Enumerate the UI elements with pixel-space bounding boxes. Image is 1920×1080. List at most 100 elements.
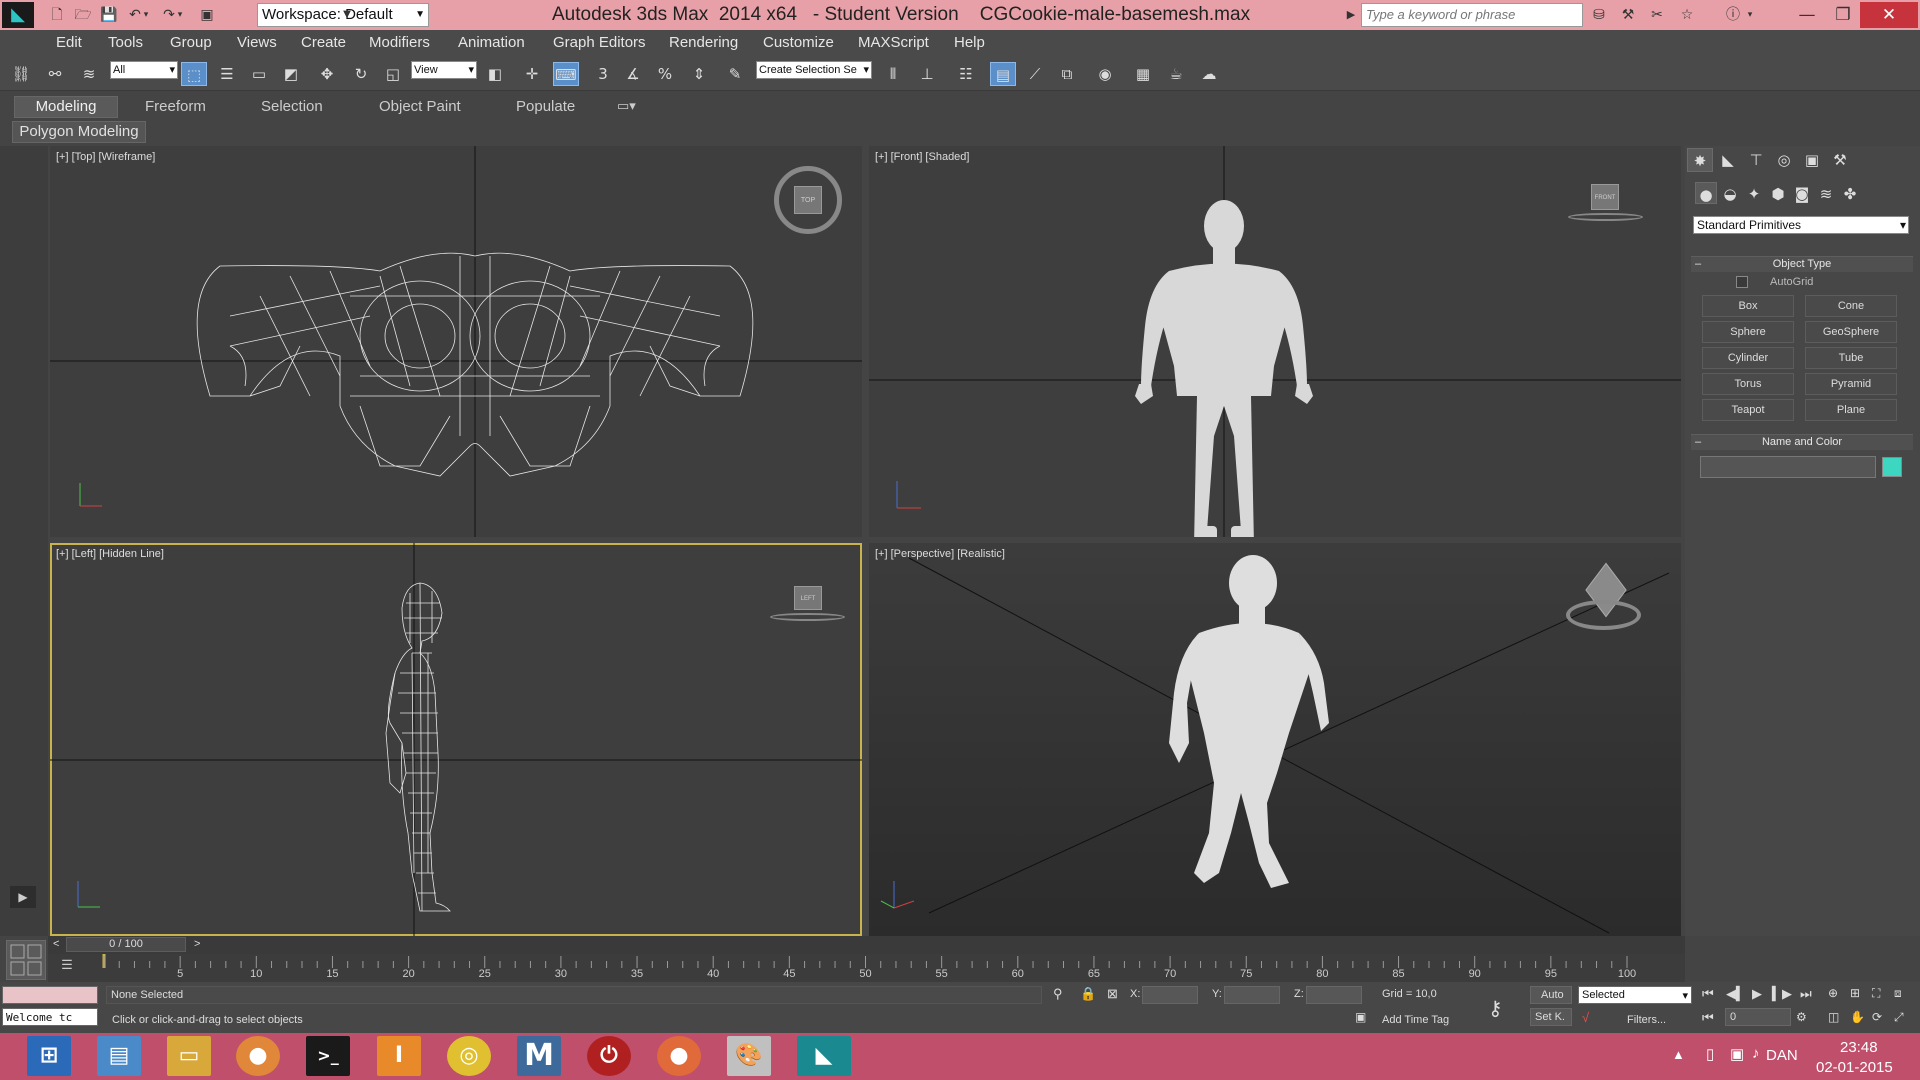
curve-editor-icon[interactable]: ⟋ [1022,62,1048,86]
open-file-icon[interactable]: 🗁 [72,4,94,26]
search-expand-icon[interactable]: ▶ [1344,4,1358,26]
field-of-view-icon[interactable]: ◫ [1828,1010,1839,1024]
percent-snap-icon[interactable]: % [652,62,678,86]
align-icon[interactable]: ⊥ [914,62,940,86]
primitive-category-dropdown[interactable]: Standard Primitives ▾ [1693,216,1909,234]
select-and-link-icon[interactable]: ⛓ [8,62,34,86]
object-type-rollout[interactable]: – Object Type [1691,256,1913,272]
viewcube-top[interactable]: TOP [774,166,842,234]
angle-snap-icon[interactable]: ∡ [620,62,646,86]
key-filters-curve-icon[interactable]: √ [1582,1010,1589,1025]
hierarchy-panel-tab-icon[interactable]: ⊤ [1743,148,1769,172]
box-button[interactable]: Box [1702,295,1794,317]
play-animation-icon[interactable]: ▶ [1752,986,1762,1002]
pan-view-icon[interactable]: ✋ [1850,1010,1865,1024]
shapes-category-icon[interactable]: ◒ [1719,182,1741,204]
viewport-perspective-label[interactable]: [+] [Perspective] [Realistic] [875,548,1005,560]
new-file-icon[interactable]: 🗋 [46,4,68,26]
menu-group[interactable]: Group [170,34,212,51]
tube-button[interactable]: Tube [1805,347,1897,369]
edit-named-selection-icon[interactable]: ✎ [722,62,748,86]
help-dropdown-icon[interactable]: ▾ [1744,4,1756,26]
viewport-top-label[interactable]: [+] [Top] [Wireframe] [56,151,155,163]
time-slider-thumb[interactable]: 0 / 100 [66,937,186,952]
qat-options-icon[interactable]: ▼ [340,4,354,26]
orbit-icon[interactable]: ⟳ [1872,1010,1882,1024]
menu-maxscript[interactable]: MAXScript [858,34,929,51]
tray-overflow-icon[interactable]: ▲ [1672,1047,1685,1062]
material-editor-icon[interactable]: ◉ [1092,62,1118,86]
favorites-star-icon[interactable]: ☆ [1676,4,1698,26]
z-coordinate-field[interactable] [1306,986,1362,1004]
zoom-all-icon[interactable]: ⊞ [1850,986,1860,1000]
render-production-icon[interactable]: ☁ [1196,62,1222,86]
tab-modeling[interactable]: Modeling [14,96,118,118]
maximize-button[interactable]: ❐ [1826,2,1860,28]
maxscript-listener-pink[interactable] [2,986,98,1004]
graphite-ribbon-icon[interactable]: ▤ [990,62,1016,86]
rectangular-selection-icon[interactable]: ▭ [246,62,272,86]
cone-button[interactable]: Cone [1805,295,1897,317]
track-bar[interactable]: ☰ 5 10 15 20 25 30 35 40 45 50 55 60 65 70 75 80 85 90 95 1… [48,954,1685,982]
keyboard-language[interactable]: DAN [1766,1047,1798,1064]
menu-rendering[interactable]: Rendering [669,34,738,51]
unlink-selection-icon[interactable]: ⚯ [42,62,68,86]
schematic-view-icon[interactable]: ⧉ [1054,62,1080,86]
filters-button[interactable]: Filters... [1627,1014,1666,1026]
maxscript-mini-listener[interactable]: Welcome tc [2,1008,98,1026]
menu-views[interactable]: Views [237,34,277,51]
zoom-extents-icon[interactable]: ⛶ [1872,986,1880,1001]
viewport-left-label[interactable]: [+] [Left] [Hidden Line] [56,548,164,560]
add-time-tag-label[interactable]: Add Time Tag [1382,1014,1449,1026]
x-coordinate-field[interactable] [1142,986,1198,1004]
lights-category-icon[interactable]: ✦ [1743,182,1765,204]
save-file-icon[interactable]: 💾 [98,4,120,26]
go-to-end-icon[interactable]: ⏭ [1800,986,1812,1002]
helpers-category-icon[interactable]: ◙ [1791,182,1813,204]
space-warps-category-icon[interactable]: ≋ [1815,182,1837,204]
taskbar-paint-icon[interactable]: 🎨 [727,1036,771,1076]
absolute-mode-icon[interactable]: ⊠ [1107,986,1118,1002]
time-next-icon[interactable]: > [194,938,200,950]
set-key-mode-icon[interactable]: ⚷ [1488,996,1503,1021]
tray-volume-icon[interactable]: ♪ [1752,1045,1760,1062]
viewport-left[interactable]: [+] [Left] [Hidden Line] LEFT [50,543,862,936]
menu-graph-editors[interactable]: Graph Editors [553,34,646,51]
redo-dropdown-icon[interactable]: ▾ [174,4,186,26]
select-and-rotate-icon[interactable]: ↻ [348,62,374,86]
undo-dropdown-icon[interactable]: ▾ [140,4,152,26]
taskbar-app-icon[interactable]: ⊞ [27,1036,71,1076]
help-icon[interactable]: ⓘ [1722,4,1744,26]
utilities-panel-tab-icon[interactable]: ⚒ [1827,148,1853,172]
menu-modifiers[interactable]: Modifiers [369,34,430,51]
bind-space-warp-icon[interactable]: ≋ [76,62,102,86]
viewport-front[interactable]: [+] [Front] [Shaded] FRONT [869,146,1681,537]
viewcube-front[interactable]: FRONT [1591,184,1619,210]
close-button[interactable]: ✕ [1860,2,1918,28]
zoom-extents-all-icon[interactable]: ⧈ [1894,986,1902,1001]
isolate-selection-icon[interactable]: ⚲ [1053,986,1063,1002]
selection-lock-icon[interactable]: 🔒 [1080,986,1096,1002]
manipulate-icon[interactable]: ✛ [519,62,545,86]
tray-network-icon[interactable]: ▣ [1730,1045,1744,1063]
taskbar-power-icon[interactable]: ⏻ [587,1036,631,1076]
key-filter-dropdown[interactable]: Selected ▾ [1578,986,1692,1004]
keyboard-shortcut-override-icon[interactable]: ⌨ [553,62,579,86]
clock-date[interactable]: 02-01-2015 [1816,1059,1893,1076]
search-input[interactable]: Type a keyword or phrase [1361,3,1583,27]
plane-button[interactable]: Plane [1805,399,1897,421]
time-slider[interactable]: < 0 / 100 > [48,936,1685,954]
zoom-icon[interactable]: ⊕ [1828,986,1838,1000]
name-and-color-rollout[interactable]: – Name and Color [1691,434,1913,450]
tab-freeform[interactable]: Freeform [145,98,206,115]
taskbar-origin-icon[interactable]: ● [657,1036,701,1076]
tray-battery-icon[interactable]: ▯ [1706,1045,1714,1063]
select-by-name-icon[interactable]: ☰ [214,62,240,86]
taskbar-chrome-icon[interactable]: ◎ [447,1036,491,1076]
pivot-center-icon[interactable]: ◧ [482,62,508,86]
selection-filter-dropdown[interactable]: All ▾ [110,61,178,79]
spinner-snap-icon[interactable]: ⇕ [686,62,712,86]
taskbar-illustrator-icon[interactable]: I [377,1036,421,1076]
autogrid-checkbox[interactable] [1736,276,1748,288]
select-object-icon[interactable]: ⬚ [181,62,207,86]
